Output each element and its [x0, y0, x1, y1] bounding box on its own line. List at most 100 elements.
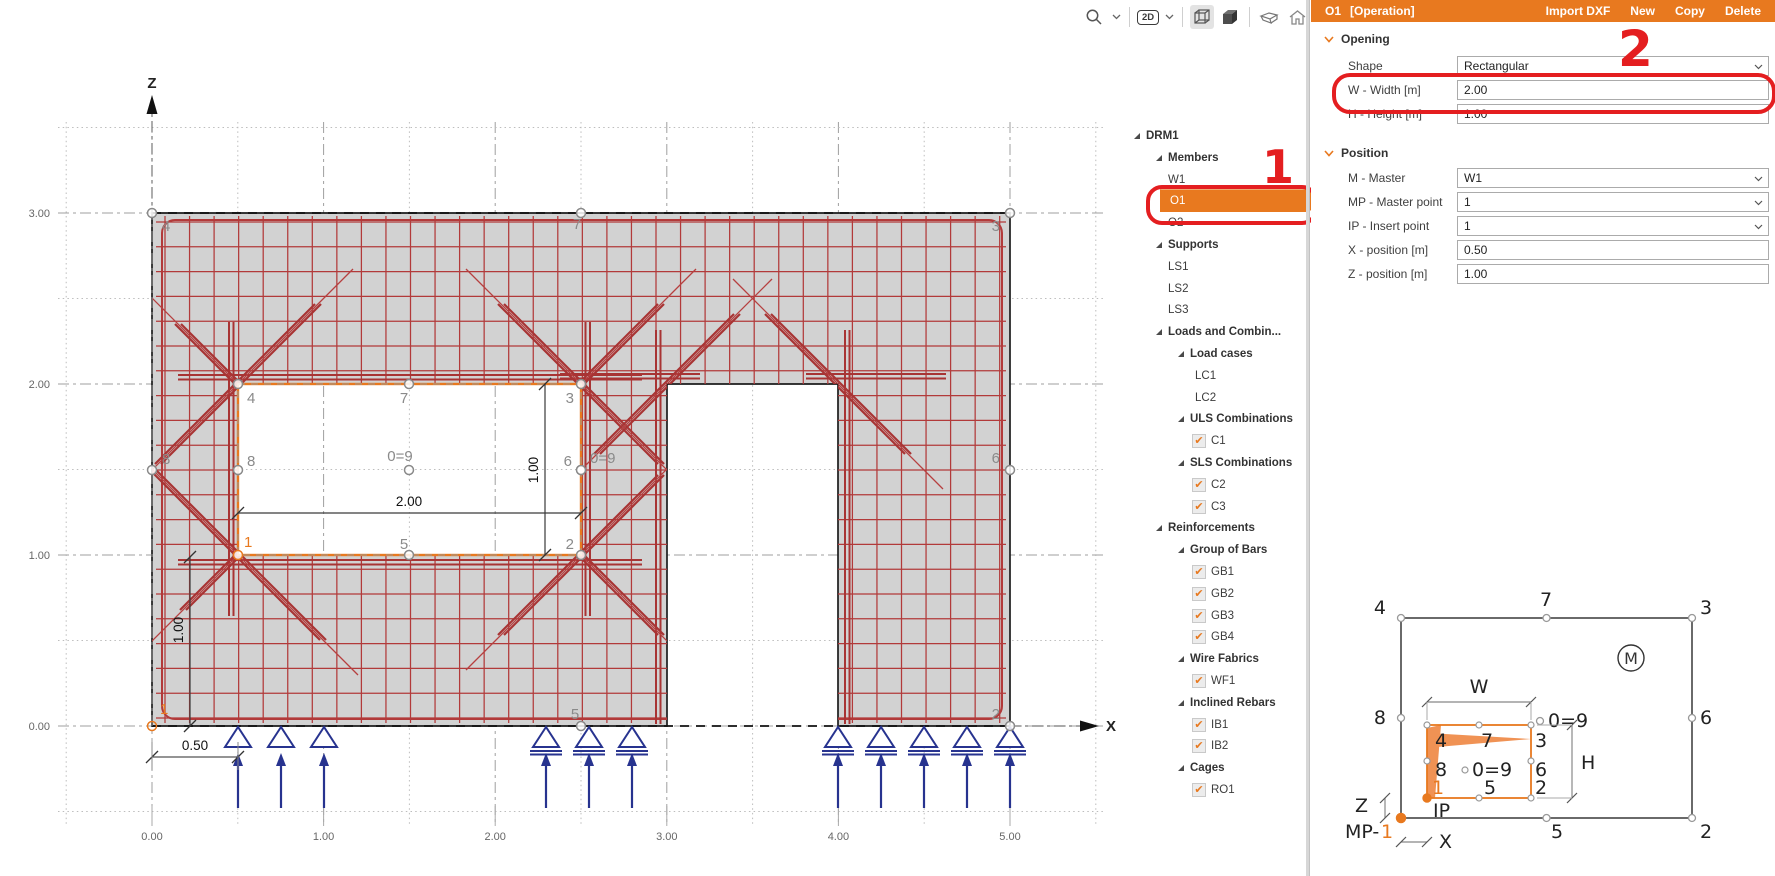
tree-expander-icon[interactable] — [1178, 700, 1184, 706]
property-panel: O1 [Operation] Import DXFNewCopyDelete O… — [1311, 0, 1775, 876]
tree-item-ls1[interactable]: LS1 — [1128, 257, 1188, 277]
tree-expander-icon[interactable] — [1178, 765, 1184, 771]
tree-item-gb4[interactable]: ✔ GB4 — [1128, 627, 1234, 647]
svg-text:2: 2 — [1700, 821, 1712, 843]
property-input-w[interactable]: 2.00 — [1457, 80, 1769, 100]
section-title: Position — [1341, 146, 1388, 160]
tree-checkbox-checked[interactable]: ✔ — [1192, 500, 1206, 514]
tree-expander-icon[interactable] — [1178, 547, 1184, 553]
property-input-h[interactable]: 1.00 — [1457, 104, 1769, 124]
tree-item-c2[interactable]: ✔ C2 — [1128, 475, 1226, 495]
tree-item-c3[interactable]: ✔C3 — [1128, 497, 1226, 517]
tree-expander-icon[interactable] — [1178, 656, 1184, 662]
property-dropdown-m[interactable]: W1 — [1457, 168, 1769, 188]
tree-expander-icon[interactable] — [1178, 460, 1184, 466]
tree-item-uls-combinations[interactable]: ULS Combinations — [1128, 409, 1293, 429]
tree-item-lc1[interactable]: LC1 — [1128, 366, 1216, 386]
tree-checkbox-checked[interactable]: ✔ — [1192, 587, 1206, 601]
tree-item-load-cases[interactable]: Load cases — [1128, 344, 1253, 364]
tree-expander-icon[interactable] — [1156, 329, 1162, 335]
svg-text:W: W — [1470, 676, 1489, 698]
section-header-position[interactable]: Position — [1324, 146, 1388, 160]
tree-expander-icon[interactable] — [1178, 416, 1184, 422]
tree-item-ls2[interactable]: LS2 — [1128, 279, 1188, 299]
tree-checkbox-checked[interactable]: ✔ — [1192, 565, 1206, 579]
tree-item-label: GB4 — [1211, 631, 1234, 643]
tree-item-supports[interactable]: Supports — [1128, 235, 1218, 255]
toolbar-separator — [1129, 7, 1130, 27]
svg-text:5: 5 — [571, 706, 579, 723]
tree-item-ib2[interactable]: ✔IB2 — [1128, 736, 1228, 756]
tree-item-drm1[interactable]: DRM1 — [1128, 126, 1179, 146]
property-dropdown-mp[interactable]: 1 — [1457, 192, 1769, 212]
tree-item-label: C2 — [1211, 479, 1226, 491]
tree-checkbox-checked[interactable]: ✔ — [1192, 478, 1206, 492]
tree-item-gb2[interactable]: ✔ GB2 — [1128, 584, 1234, 604]
tree-item-inclined-rebars[interactable]: Inclined Rebars — [1128, 693, 1276, 713]
tree-item-wf1[interactable]: ✔WF1 — [1128, 671, 1235, 691]
tree-item-gb1[interactable]: ✔GB1 — [1128, 562, 1234, 582]
tree-item-label: LC1 — [1195, 370, 1216, 382]
tree-checkbox-checked[interactable]: ✔ — [1192, 434, 1206, 448]
svg-text:0=9: 0=9 — [387, 448, 412, 465]
tree-item-wire-fabrics[interactable]: Wire Fabrics — [1128, 649, 1259, 669]
view-2d-button[interactable]: 2D — [1137, 5, 1159, 29]
tree-item-gb3[interactable]: ✔GB3 — [1128, 606, 1234, 626]
tree-item-c1[interactable]: ✔C1 — [1128, 431, 1226, 451]
tree-item-ls3[interactable]: LS3 — [1128, 300, 1188, 320]
property-dropdown-ip[interactable]: 1 — [1457, 216, 1769, 236]
tree-item-w1[interactable]: W1 — [1128, 170, 1185, 190]
tree-item-label: GB2 — [1211, 588, 1234, 600]
tree-item-reinforcements[interactable]: Reinforcements — [1128, 518, 1255, 538]
zoom-dropdown-icon[interactable] — [1110, 5, 1122, 29]
panel-splitter[interactable] — [1306, 0, 1310, 876]
solid-view-icon[interactable] — [1218, 5, 1242, 29]
tree-item-loads-and-combin-[interactable]: Loads and Combin... — [1128, 322, 1281, 342]
section-view-icon[interactable] — [1257, 5, 1281, 29]
tree-expander-icon[interactable] — [1156, 525, 1162, 531]
tree-item-lc2[interactable]: LC2 — [1128, 388, 1216, 408]
property-input-z[interactable]: 1.00 — [1457, 264, 1769, 284]
tree-item-group-of-bars[interactable]: Group of Bars — [1128, 540, 1267, 560]
view-2d-dropdown-icon[interactable] — [1163, 5, 1175, 29]
property-value: Rectangular — [1464, 59, 1529, 73]
delete-button[interactable]: Delete — [1725, 4, 1761, 18]
tree-checkbox-checked[interactable]: ✔ — [1192, 609, 1206, 623]
tree-checkbox-checked[interactable]: ✔ — [1192, 718, 1206, 732]
property-input-x[interactable]: 0.50 — [1457, 240, 1769, 260]
tree-item-ro1[interactable]: ✔RO1 — [1128, 780, 1235, 800]
tree-checkbox-checked[interactable]: ✔ — [1192, 739, 1206, 753]
tree-item-sls-combinations[interactable]: SLS Combinations — [1128, 453, 1292, 473]
tree-item-members[interactable]: Members — [1128, 148, 1219, 168]
svg-text:0.00: 0.00 — [29, 721, 50, 733]
import-dxf-button[interactable]: Import DXF — [1546, 4, 1611, 18]
tree-expander-icon[interactable] — [1134, 133, 1140, 139]
line-supports[interactable] — [225, 727, 1026, 808]
section-header-opening[interactable]: Opening — [1324, 32, 1390, 46]
tree-item-ib1[interactable]: ✔IB1 — [1128, 715, 1228, 735]
tree-expander-icon[interactable] — [1156, 155, 1162, 161]
svg-text:5.00: 5.00 — [999, 831, 1020, 843]
tree-item-label: Loads and Combin... — [1168, 326, 1281, 338]
tree-item-label: Cages — [1190, 762, 1225, 774]
property-dropdown-shape[interactable]: Rectangular — [1457, 56, 1769, 76]
tree-checkbox-checked[interactable]: ✔ — [1192, 783, 1206, 797]
position-schematic: 4738652MP-1M0=947380=96152WHIPZX — [1329, 590, 1775, 876]
tree-expander-icon[interactable] — [1156, 242, 1162, 248]
tree-item-label: Load cases — [1190, 348, 1253, 360]
tree-item-o2[interactable]: O2 — [1128, 213, 1183, 233]
zoom-icon[interactable] — [1082, 5, 1106, 29]
svg-text:H: H — [1581, 752, 1595, 774]
z-axis-arrow — [147, 95, 158, 114]
project-tree: DRM1MembersW1O1O2SupportsLS1LS2LS3Loads … — [1128, 120, 1310, 820]
svg-text:Z: Z — [1355, 795, 1368, 817]
tree-checkbox-checked[interactable]: ✔ — [1192, 630, 1206, 644]
tree-expander-icon[interactable] — [1178, 351, 1184, 357]
tree-checkbox-checked[interactable]: ✔ — [1192, 674, 1206, 688]
property-value: 0.50 — [1464, 243, 1487, 257]
copy-button[interactable]: Copy — [1675, 4, 1705, 18]
model-canvas[interactable]: 0.001.002.003.004.005.003.002.001.000.00… — [0, 0, 1306, 876]
tree-item-cages[interactable]: Cages — [1128, 758, 1225, 778]
wireframe-view-icon[interactable] — [1190, 5, 1214, 29]
new-button[interactable]: New — [1630, 4, 1655, 18]
